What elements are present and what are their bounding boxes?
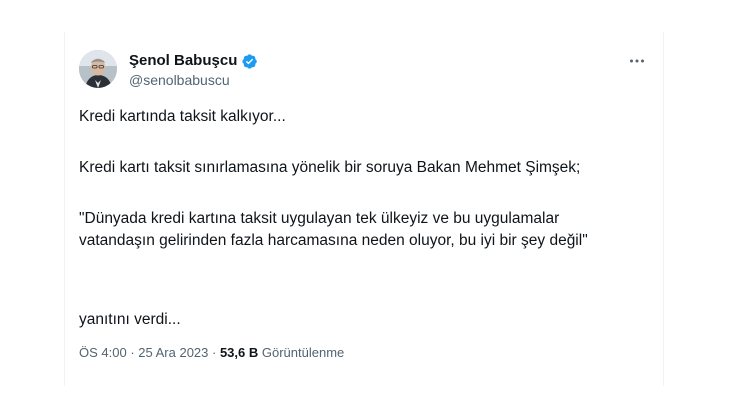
tweet-text-line-4: yanıtını verdi... (79, 311, 181, 328)
tweet-timestamp[interactable]: ÖS 4:00 · 25 Ara 2023 (79, 345, 208, 360)
verified-badge-icon (242, 53, 258, 69)
meta-separator-1: · (126, 345, 139, 360)
author-handle[interactable]: @senolbabuscu (129, 71, 258, 89)
display-name-text[interactable]: Şenol Babuşcu (129, 52, 237, 70)
meta-separator-2: · (208, 345, 220, 360)
author-names: Şenol Babuşcu @senolbabuscu (129, 52, 258, 89)
tweet-text-quote: "Dünyada kredi kartına taksit uygulayan … (79, 210, 588, 249)
tweet-text-line-1: Kredi kartında taksit kalkıyor... (79, 108, 286, 125)
avatar[interactable] (79, 50, 117, 88)
tweet-header: Şenol Babuşcu @senolbabuscu (79, 46, 649, 96)
tweet-text-line-2: Kredi kartı taksit sınırlamasına yönelik… (79, 159, 581, 176)
tweet-meta: ÖS 4:00 · 25 Ara 2023 · 53,6 B Görüntüle… (79, 344, 344, 362)
avatar-image (79, 50, 117, 88)
more-dots-icon[interactable] (625, 52, 649, 70)
views-count: 53,6 B (219, 345, 259, 360)
tweet-date: 25 Ara 2023 (138, 345, 209, 360)
author-display-name[interactable]: Şenol Babuşcu (129, 52, 258, 70)
tweet-time: ÖS 4:00 (79, 345, 127, 360)
more-dots-glyph (630, 59, 644, 63)
tweet-card: Şenol Babuşcu @senolbabuscu Kredi kartın… (64, 32, 664, 386)
views-label: Görüntülenme (261, 345, 345, 360)
